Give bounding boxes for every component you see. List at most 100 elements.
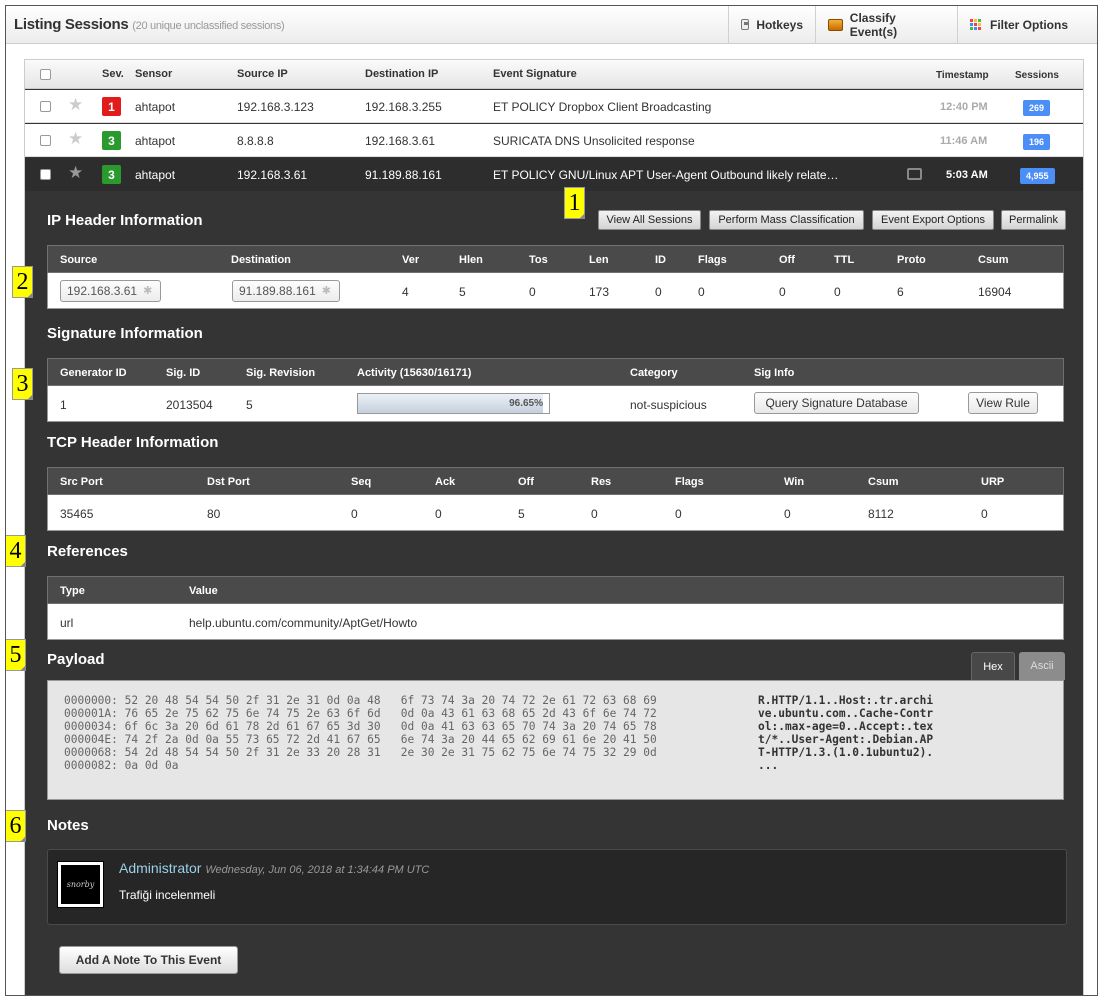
- destination-ip-box[interactable]: 91.189.88.161 ✱: [232, 280, 340, 302]
- row-checkbox[interactable]: [40, 101, 51, 112]
- callout-6: 6: [6, 810, 26, 842]
- row-checkbox[interactable]: [40, 135, 51, 146]
- callout-1: 1: [564, 187, 585, 219]
- win-value: 0: [784, 507, 791, 521]
- th-ttl: TTL: [834, 254, 855, 266]
- col-source-ip: Source IP: [237, 68, 288, 80]
- th-hlen: Hlen: [459, 254, 483, 266]
- mass-classification-button[interactable]: Perform Mass Classification: [709, 210, 864, 230]
- permalink-button[interactable]: Permalink: [1001, 210, 1066, 230]
- page-title-text: Listing Sessions: [14, 16, 129, 33]
- tcp-header-values: 35465 80 0 0 5 0 0 0 8112 0: [47, 495, 1064, 531]
- th-tos: Tos: [529, 254, 548, 266]
- proto-value: 6: [897, 285, 904, 299]
- session-list-header: Sev. Sensor Source IP Destination IP Eve…: [25, 60, 1083, 89]
- flags-value: 0: [698, 285, 705, 299]
- th-generator-id: Generator ID: [60, 367, 127, 379]
- id-value: 0: [655, 285, 662, 299]
- severity-badge: 3: [102, 165, 121, 184]
- source-ip-box[interactable]: 192.168.3.61 ✱: [60, 280, 162, 302]
- sessions-count-badge[interactable]: 4,955: [1020, 168, 1055, 184]
- payload-hex-dump: 0000000: 52 20 48 54 54 50 2f 31 2e 31 0…: [64, 694, 657, 772]
- reference-type: url: [60, 616, 74, 630]
- sig-id-value: 2013504: [166, 398, 213, 412]
- callout-5: 5: [6, 639, 26, 671]
- tcp-header-table: Src Port Dst Port Seq Ack Off Res Flags …: [47, 467, 1064, 531]
- filter-options-button[interactable]: Filter Options: [957, 6, 1082, 43]
- sessions-count-badge[interactable]: 196: [1023, 134, 1051, 150]
- payload-title: Payload: [47, 651, 105, 668]
- col-timestamp: Timestamp: [936, 70, 989, 81]
- tab-ascii[interactable]: Ascii: [1019, 652, 1065, 680]
- source-ip: 192.168.3.61: [237, 168, 308, 182]
- note-date: Wednesday, Jun 06, 2018 at 1:34:44 PM UT…: [205, 864, 430, 876]
- th-sig-info: Sig Info: [754, 367, 795, 379]
- th-ver: Ver: [402, 254, 420, 266]
- note-item: snorby Administrator Wednesday, Jun 06, …: [47, 849, 1067, 925]
- th-dst-port: Dst Port: [207, 476, 250, 488]
- hotkeys-label: Hotkeys: [756, 17, 803, 32]
- add-note-button[interactable]: Add A Note To This Event: [59, 946, 238, 974]
- star-icon[interactable]: ★: [68, 164, 83, 181]
- th-off: Off: [518, 476, 534, 488]
- signature-columns: Generator ID Sig. ID Sig. Revision Activ…: [47, 358, 1064, 386]
- th-id: ID: [655, 254, 666, 266]
- star-icon[interactable]: ★: [68, 96, 83, 113]
- session-row[interactable]: ★ 3 ahtapot 8.8.8.8 192.168.3.61 SURICAT…: [25, 124, 1083, 157]
- session-row[interactable]: ★ 1 ahtapot 192.168.3.123 192.168.3.255 …: [25, 90, 1083, 123]
- avatar: snorby: [57, 861, 104, 908]
- th-source: Source: [60, 254, 98, 266]
- col-event-signature: Event Signature: [493, 68, 577, 80]
- event-signature: ET POLICY GNU/Linux APT User-Agent Outbo…: [493, 168, 839, 182]
- reference-link[interactable]: help.ubuntu.com/community/AptGet/Howto: [189, 616, 417, 630]
- tab-hex[interactable]: Hex: [971, 652, 1015, 680]
- ver-value: 4: [402, 285, 409, 299]
- col-sensor: Sensor: [135, 68, 173, 80]
- tos-value: 0: [529, 285, 536, 299]
- event-export-options-button[interactable]: Event Export Options: [872, 210, 994, 230]
- note-author: Administrator Wednesday, Jun 06, 2018 at…: [119, 860, 429, 876]
- activity-percent: 96.65%: [509, 398, 543, 409]
- category-value: not-suspicious: [630, 398, 707, 412]
- view-rule-button[interactable]: View Rule: [968, 392, 1038, 414]
- destination-ip: 91.189.88.161: [365, 168, 442, 182]
- view-all-sessions-button[interactable]: View All Sessions: [598, 210, 701, 230]
- row-checkbox[interactable]: [40, 169, 51, 180]
- src-port-value: 35465: [60, 507, 94, 521]
- th-type: Type: [60, 585, 85, 597]
- event-signature: ET POLICY Dropbox Client Broadcasting: [493, 100, 712, 114]
- select-all-checkbox[interactable]: [40, 69, 51, 80]
- sig-revision-value: 5: [246, 398, 253, 412]
- sensor-name: ahtapot: [135, 134, 176, 148]
- signature-info-title: Signature Information: [47, 325, 203, 342]
- star-icon[interactable]: ★: [68, 130, 83, 147]
- th-urp: URP: [981, 476, 1005, 488]
- hotkeys-button[interactable]: Hotkeys: [728, 6, 815, 43]
- destination-ip: 192.168.3.255: [365, 100, 442, 114]
- th-res: Res: [591, 476, 612, 488]
- sessions-count-badge[interactable]: 269: [1023, 100, 1051, 116]
- severity-badge: 1: [102, 97, 121, 116]
- page-title: Listing Sessions (20 unique unclassified…: [14, 16, 285, 33]
- avatar-logo-text: snorby: [66, 880, 95, 889]
- pin-icon[interactable]: ✱: [143, 285, 154, 297]
- keyboard-icon: [741, 19, 750, 30]
- seq-value: 0: [351, 507, 358, 521]
- sensor-name: ahtapot: [135, 100, 176, 114]
- terminal-icon[interactable]: [907, 168, 922, 180]
- app-frame: Listing Sessions (20 unique unclassified…: [5, 5, 1098, 996]
- classify-events-button[interactable]: Classify Event(s): [815, 6, 957, 43]
- callout-3: 3: [12, 368, 33, 400]
- filter-label: Filter Options: [990, 17, 1068, 32]
- pin-icon[interactable]: ✱: [322, 285, 333, 297]
- query-signature-database-button[interactable]: Query Signature Database: [754, 392, 919, 414]
- event-signature: SURICATA DNS Unsolicited response: [493, 134, 695, 148]
- ip-header-table: Source Destination Ver Hlen Tos Len ID F…: [47, 245, 1064, 309]
- folder-icon: [828, 18, 843, 31]
- th-sig-revision: Sig. Revision: [246, 367, 316, 379]
- csum-value: 16904: [978, 285, 1012, 299]
- session-row-selected[interactable]: ★ 3 ahtapot 192.168.3.61 91.189.88.161 E…: [25, 158, 1083, 191]
- timestamp: 12:40 PM: [940, 101, 988, 113]
- source-ip: 8.8.8.8: [237, 134, 274, 148]
- tcp-header-title: TCP Header Information: [47, 434, 219, 451]
